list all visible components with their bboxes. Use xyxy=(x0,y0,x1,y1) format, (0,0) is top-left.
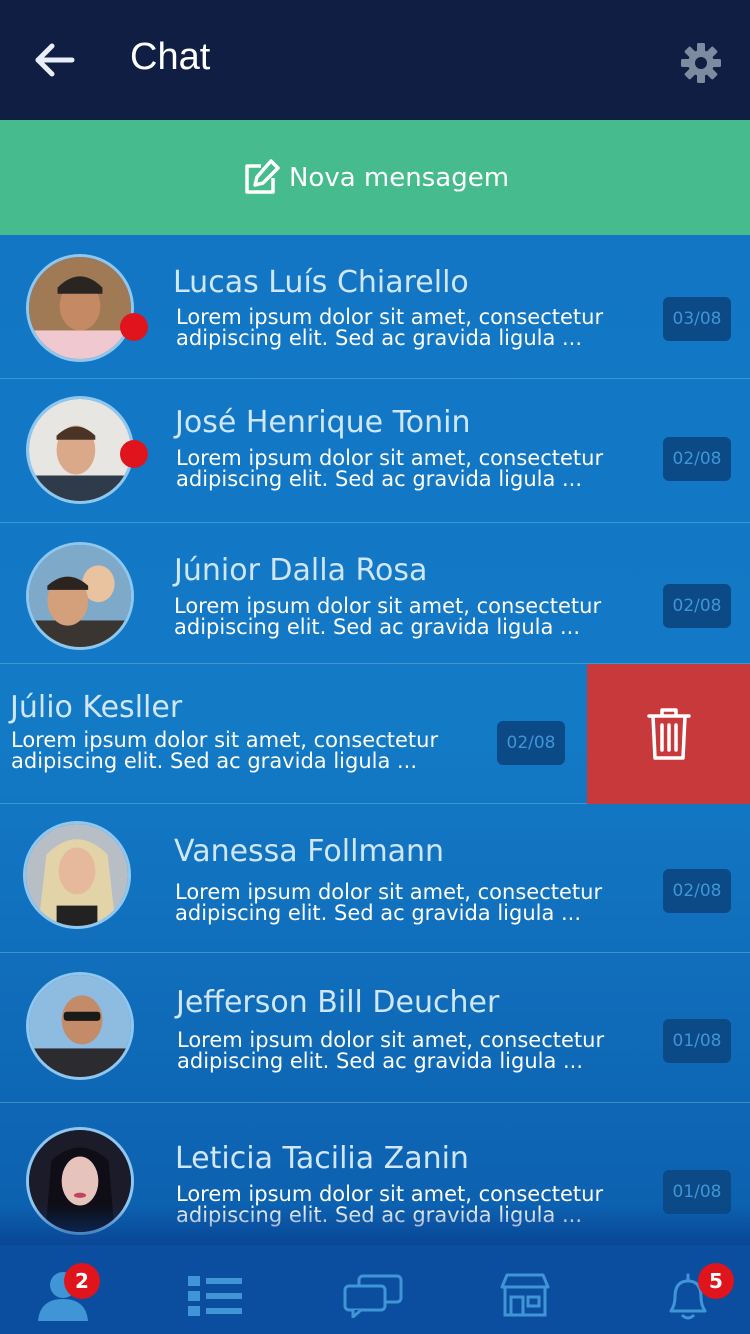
nav-store[interactable] xyxy=(470,1245,580,1334)
bottom-nav: 2 5 xyxy=(0,1245,750,1334)
new-message-label: Nova mensagem xyxy=(288,162,510,193)
preview-line: adipiscing elit. Sed ac gravida ligula .… xyxy=(176,467,583,491)
avatar-photo xyxy=(29,545,131,647)
nav-contacts[interactable]: 2 xyxy=(10,1245,120,1334)
message-preview: Lorem ipsum dolor sit amet, consectetur … xyxy=(176,307,616,349)
date-badge: 03/08 xyxy=(663,297,731,341)
avatar xyxy=(23,821,131,929)
gear-icon xyxy=(681,43,721,83)
store-icon xyxy=(500,1273,550,1317)
date-badge: 01/08 xyxy=(663,1019,731,1063)
notification-badge: 5 xyxy=(698,1263,734,1299)
contact-name: Jefferson Bill Deucher xyxy=(176,985,500,1020)
conversation-row-swiped[interactable]: Júlio Kesller Lorem ipsum dolor sit amet… xyxy=(0,664,750,804)
contact-name: Júnior Dalla Rosa xyxy=(174,553,428,588)
avatar xyxy=(26,1127,134,1235)
preview-line: Lorem ipsum dolor sit amet, consectetur xyxy=(175,880,603,904)
conversation-row[interactable]: Júnior Dalla Rosa Lorem ipsum dolor sit … xyxy=(0,523,750,664)
date-badge: 02/08 xyxy=(663,437,731,481)
conversation-row[interactable]: José Henrique Tonin Lorem ipsum dolor si… xyxy=(0,379,750,523)
conversation-row[interactable]: Leticia Tacilia Zanin Lorem ipsum dolor … xyxy=(0,1103,750,1245)
date-badge: 02/08 xyxy=(497,721,565,765)
avatar-photo xyxy=(29,399,131,501)
preview-line: adipiscing elit. Sed ac gravida ligula .… xyxy=(177,1049,584,1073)
conversation-row[interactable]: Jefferson Bill Deucher Lorem ipsum dolor… xyxy=(0,953,750,1103)
new-message-content: Nova mensagem xyxy=(241,158,509,198)
preview-line: Lorem ipsum dolor sit amet, consectetur xyxy=(177,1028,605,1052)
page-title: Chat xyxy=(130,36,211,78)
new-message-button[interactable]: Nova mensagem xyxy=(0,120,750,235)
preview-line: adipiscing elit. Sed ac gravida ligula .… xyxy=(176,326,583,350)
avatar xyxy=(26,972,134,1080)
avatar-photo xyxy=(29,1130,131,1232)
app-header: Chat xyxy=(0,0,750,120)
arrow-left-icon xyxy=(35,43,75,77)
message-preview: Lorem ipsum dolor sit amet, consectetur … xyxy=(175,882,615,924)
preview-line: adipiscing elit. Sed ac gravida ligula .… xyxy=(174,615,581,639)
edit-icon xyxy=(245,158,280,194)
settings-button[interactable] xyxy=(680,42,722,84)
nav-list[interactable] xyxy=(158,1245,268,1334)
preview-line: Lorem ipsum dolor sit amet, consectetur xyxy=(176,305,604,329)
avatar xyxy=(26,542,134,650)
message-preview: Lorem ipsum dolor sit amet, consectetur … xyxy=(176,1184,616,1226)
avatar-photo xyxy=(29,257,131,359)
nav-notifications[interactable]: 5 xyxy=(634,1245,744,1334)
message-preview: Lorem ipsum dolor sit amet, consectetur … xyxy=(174,596,614,638)
message-preview: Lorem ipsum dolor sit amet, consectetur … xyxy=(177,1030,617,1072)
unread-indicator xyxy=(120,440,148,468)
back-button[interactable] xyxy=(34,40,78,80)
date-badge: 01/08 xyxy=(663,1170,731,1214)
chat-bubbles-icon xyxy=(343,1274,403,1318)
contact-name: José Henrique Tonin xyxy=(175,405,471,440)
message-preview: Lorem ipsum dolor sit amet, consectetur … xyxy=(11,730,451,772)
conversation-row[interactable]: Lucas Luís Chiarello Lorem ipsum dolor s… xyxy=(0,235,750,379)
conversation-list: Lucas Luís Chiarello Lorem ipsum dolor s… xyxy=(0,235,750,1245)
delete-button[interactable] xyxy=(587,664,750,804)
date-badge: 02/08 xyxy=(663,869,731,913)
contact-name: Vanessa Follmann xyxy=(174,834,445,869)
date-badge: 02/08 xyxy=(663,584,731,628)
contact-name: Leticia Tacilia Zanin xyxy=(175,1141,469,1176)
avatar-photo xyxy=(29,975,131,1077)
contact-name: Lucas Luís Chiarello xyxy=(173,265,469,300)
preview-line: Lorem ipsum dolor sit amet, consectetur xyxy=(11,728,439,752)
preview-line: Lorem ipsum dolor sit amet, consectetur xyxy=(174,594,602,618)
conversation-row[interactable]: Vanessa Follmann Lorem ipsum dolor sit a… xyxy=(0,804,750,953)
preview-line: Lorem ipsum dolor sit amet, consectetur xyxy=(176,1182,604,1206)
avatar xyxy=(26,396,134,504)
preview-line: Lorem ipsum dolor sit amet, consectetur xyxy=(176,446,604,470)
avatar xyxy=(26,254,134,362)
list-icon xyxy=(188,1276,242,1316)
preview-line: adipiscing elit. Sed ac gravida ligula .… xyxy=(11,749,418,773)
message-preview: Lorem ipsum dolor sit amet, consectetur … xyxy=(176,448,616,490)
preview-line: adipiscing elit. Sed ac gravida ligula .… xyxy=(176,1203,583,1227)
preview-line: adipiscing elit. Sed ac gravida ligula .… xyxy=(175,901,582,925)
unread-indicator xyxy=(120,313,148,341)
avatar-photo xyxy=(26,824,128,926)
notification-badge: 2 xyxy=(64,1263,100,1299)
trash-icon xyxy=(646,708,691,760)
nav-chat[interactable] xyxy=(318,1245,428,1334)
contact-name: Júlio Kesller xyxy=(10,690,183,725)
